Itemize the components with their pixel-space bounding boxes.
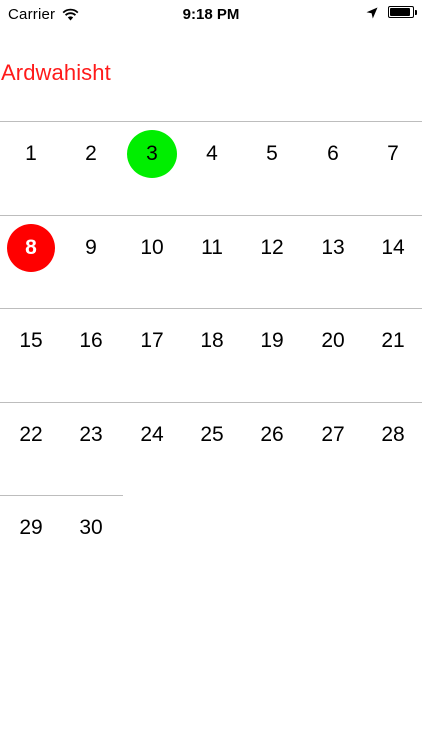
day-cell[interactable]: 24 xyxy=(127,411,177,459)
day-cell[interactable]: 7 xyxy=(368,130,418,178)
day-cell[interactable]: 30 xyxy=(66,504,116,552)
day-cell[interactable]: 15 xyxy=(6,317,56,365)
day-cell[interactable]: 20 xyxy=(308,317,358,365)
day-cell[interactable]: 18 xyxy=(187,317,237,365)
week-row: 29 30 xyxy=(0,495,422,589)
battery-level xyxy=(390,8,410,16)
day-cell[interactable]: 12 xyxy=(247,224,297,272)
week-separator xyxy=(0,401,422,403)
week-separator xyxy=(0,308,422,309)
day-cell[interactable]: 6 xyxy=(308,130,358,178)
day-cell[interactable]: 25 xyxy=(187,411,237,459)
day-cell[interactable]: 26 xyxy=(247,411,297,459)
week-separator xyxy=(0,495,123,496)
battery-icon xyxy=(388,6,417,18)
day-cell[interactable]: 5 xyxy=(247,130,297,178)
day-cell[interactable]: 23 xyxy=(66,411,116,459)
day-cell[interactable]: 14 xyxy=(368,224,418,272)
month-title: Ardwahisht xyxy=(1,60,111,85)
clock: 9:18 PM xyxy=(182,6,240,23)
week-row: 22 23 24 25 26 27 28 xyxy=(0,401,422,496)
day-cell[interactable]: 29 xyxy=(6,504,56,552)
day-cell[interactable]: 19 xyxy=(247,317,297,365)
location-icon xyxy=(366,6,378,19)
day-cell-today[interactable]: 3 xyxy=(127,130,177,178)
day-cell[interactable]: 1 xyxy=(6,130,56,178)
week-row: 8 9 10 11 12 13 14 xyxy=(0,214,422,309)
day-cell[interactable]: 28 xyxy=(368,411,418,459)
week-row: 1234567 xyxy=(0,121,422,215)
day-cell[interactable]: 2 xyxy=(66,130,116,178)
screen: Carrier 9:18 PM Ardwahisht 12345 6 7 8 9… xyxy=(0,0,422,750)
day-cell[interactable]: 16 xyxy=(66,317,116,365)
day-cell[interactable]: 10 xyxy=(127,224,177,272)
day-cell[interactable]: 9 xyxy=(66,224,116,272)
day-cell[interactable]: 11 xyxy=(187,224,237,272)
status-right xyxy=(366,6,417,19)
day-cell[interactable]: 13 xyxy=(308,224,358,272)
week-separator xyxy=(0,214,422,216)
day-cell[interactable]: 4 xyxy=(187,130,237,178)
day-cell[interactable]: 27 xyxy=(308,411,358,459)
day-cell-marked[interactable]: 8 xyxy=(7,223,55,272)
day-cell[interactable]: 17 xyxy=(127,317,177,365)
calendar-grid: 1 2 3 4 5 6 7 8 9 10 11 12 13 14 15 16 17 18 19 20 21 22 23 24 2… xyxy=(0,121,422,589)
day-cell[interactable]: 21 xyxy=(368,317,418,365)
battery-tip xyxy=(415,10,417,15)
status-bar: Carrier 9:18 PM xyxy=(0,0,422,30)
week-separator xyxy=(0,121,422,122)
week-row: 15 16 17 18 19 20 21 xyxy=(0,308,422,402)
day-cell[interactable]: 22 xyxy=(6,411,56,459)
